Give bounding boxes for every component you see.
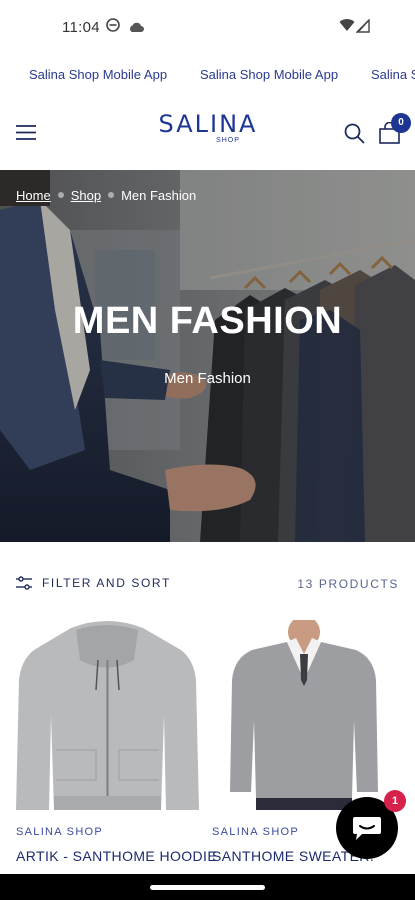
cart-count-badge: 0 bbox=[391, 113, 411, 133]
announcement-item: Salina Shop Mobile App bbox=[200, 67, 339, 82]
filter-sort-bar: FILTER AND SORT 13 PRODUCTS bbox=[0, 560, 415, 606]
announcement-item: Salina Shop Mobile App bbox=[29, 67, 168, 82]
logo-subtitle: SHOP bbox=[216, 137, 240, 144]
chat-bubble-icon bbox=[352, 815, 382, 846]
product-title[interactable]: ARTIK - SANTHOME HOODIE bbox=[16, 848, 217, 864]
signal-icon bbox=[355, 18, 370, 38]
breadcrumb-home[interactable]: Home bbox=[16, 188, 51, 203]
sweater-image bbox=[230, 620, 378, 810]
hoodie-image bbox=[16, 621, 199, 810]
collection-subtitle: Men Fashion bbox=[164, 370, 251, 387]
menu-icon[interactable] bbox=[16, 125, 36, 145]
product-image[interactable] bbox=[16, 620, 199, 810]
hero-image bbox=[0, 170, 415, 542]
search-icon[interactable] bbox=[344, 123, 365, 149]
product-image[interactable] bbox=[212, 620, 395, 810]
breadcrumb-separator bbox=[108, 192, 115, 198]
site-logo[interactable]: SALINA SHOP bbox=[148, 111, 268, 144]
collection-hero-banner: Home Shop Men Fashion MEN FASHION Men Fash… bbox=[0, 170, 415, 542]
dnd-icon bbox=[106, 18, 120, 37]
filter-sliders-icon[interactable] bbox=[16, 576, 32, 595]
status-bar: 11:04 bbox=[0, 0, 415, 52]
cloud-icon bbox=[128, 20, 144, 38]
breadcrumb: Home Shop Men Fashion bbox=[16, 188, 196, 203]
system-navigation-bar bbox=[0, 874, 415, 900]
breadcrumb-shop[interactable]: Shop bbox=[71, 188, 101, 203]
site-header: SALINA SHOP 0 bbox=[0, 96, 415, 170]
breadcrumb-current: Men Fashion bbox=[121, 188, 197, 203]
filter-sort-button[interactable]: FILTER AND SORT bbox=[42, 576, 171, 590]
home-indicator[interactable] bbox=[150, 885, 265, 890]
wifi-icon bbox=[339, 19, 355, 37]
announcement-bar: Salina Shop Mobile App Salina Shop Mobil… bbox=[0, 52, 415, 96]
logo-wordmark: SALINA bbox=[158, 110, 258, 138]
announcement-item: Salina S bbox=[371, 67, 415, 82]
breadcrumb-separator bbox=[57, 192, 64, 198]
collection-title: MEN FASHION bbox=[72, 300, 343, 342]
chat-notification-badge: 1 bbox=[384, 790, 406, 812]
status-time: 11:04 bbox=[62, 19, 100, 36]
product-count: 13 PRODUCTS bbox=[297, 577, 399, 591]
product-vendor: SALINA SHOP bbox=[16, 826, 104, 838]
product-card[interactable]: SALINA SHOP ARTIK - SANTHOME HOODIE bbox=[16, 620, 217, 864]
